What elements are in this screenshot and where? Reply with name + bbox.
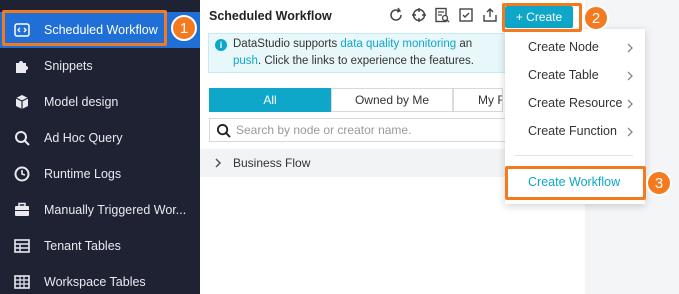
tab-owned-by-me[interactable]: Owned by Me [331,88,453,112]
sidebar-item-workspace-tables[interactable]: Workspace Tables [0,264,200,294]
menu-item-create-node[interactable]: Create Node [505,33,645,61]
callout-box-1 [2,10,167,46]
import-icon[interactable] [481,6,499,24]
search-icon [210,123,236,138]
search-icon [13,129,31,147]
chevron-right-icon [627,126,633,140]
grid-icon [13,273,31,291]
sidebar-item-label: Workspace Tables [44,275,146,289]
callout-badge-3: 3 [646,170,672,196]
menu-item-create-resource[interactable]: Create Resource [505,89,645,117]
callout-badge-1: 1 [171,15,197,41]
data-quality-link[interactable]: data quality monitoring [340,38,456,50]
briefcase-icon [13,201,31,219]
menu-item-create-function[interactable]: Create Function [505,117,645,145]
info-text: . Click the links to experience the feat… [257,55,474,67]
sidebar-item-label: Snippets [44,59,93,73]
sidebar-item-label: Tenant Tables [44,239,121,253]
chevron-right-icon [627,70,633,84]
tree-node-label: Business Flow [233,156,311,170]
clock-icon [13,165,31,183]
tab-all[interactable]: All [209,88,331,112]
sidebar-item-ad-hoc-query[interactable]: Ad Hoc Query [0,120,200,156]
info-text: an [456,38,473,50]
push-link[interactable]: push [233,55,258,67]
sidebar-item-tenant-tables[interactable]: Tenant Tables [0,228,200,264]
sidebar-item-manually-triggered[interactable]: Manually Triggered Wor... [0,192,200,228]
sidebar-item-runtime-logs[interactable]: Runtime Logs [0,156,200,192]
page-title: Scheduled Workflow [209,9,332,23]
menu-item-label: Create Node [528,40,599,54]
refresh-icon[interactable] [387,6,405,24]
sidebar-item-label: Manually Triggered Wor... [44,203,187,217]
table-icon [13,237,31,255]
menu-item-label: Create Function [528,124,617,138]
sidebar-item-label: Model design [44,95,119,109]
menu-item-create-table[interactable]: Create Table [505,61,645,89]
chevron-right-icon[interactable] [214,157,222,172]
sidebar-item-label: Runtime Logs [44,167,122,181]
filter-tabs: All Owned by Me My F [209,88,503,112]
tab-my-f[interactable]: My F [453,88,503,112]
sidebar-item-snippets[interactable]: Snippets [0,48,200,84]
cube-icon [13,93,31,111]
callout-badge-2: 2 [583,5,609,31]
info-icon: i [215,39,227,51]
chevron-right-icon [627,42,633,56]
sidebar-item-label: Ad Hoc Query [44,131,123,145]
info-text: DataStudio supports [233,38,341,50]
checklist-icon[interactable] [457,6,475,24]
callout-box-3 [505,166,646,200]
chevron-right-icon [627,98,633,112]
menu-item-label: Create Resource [528,96,623,110]
sidebar-item-model-design[interactable]: Model design [0,84,200,120]
callout-box-2 [502,3,582,32]
menu-item-label: Create Table [528,68,599,82]
locate-icon[interactable] [410,6,428,24]
menu-divider [515,155,633,156]
puzzle-icon [13,57,31,75]
doc-search-icon[interactable] [433,6,451,24]
